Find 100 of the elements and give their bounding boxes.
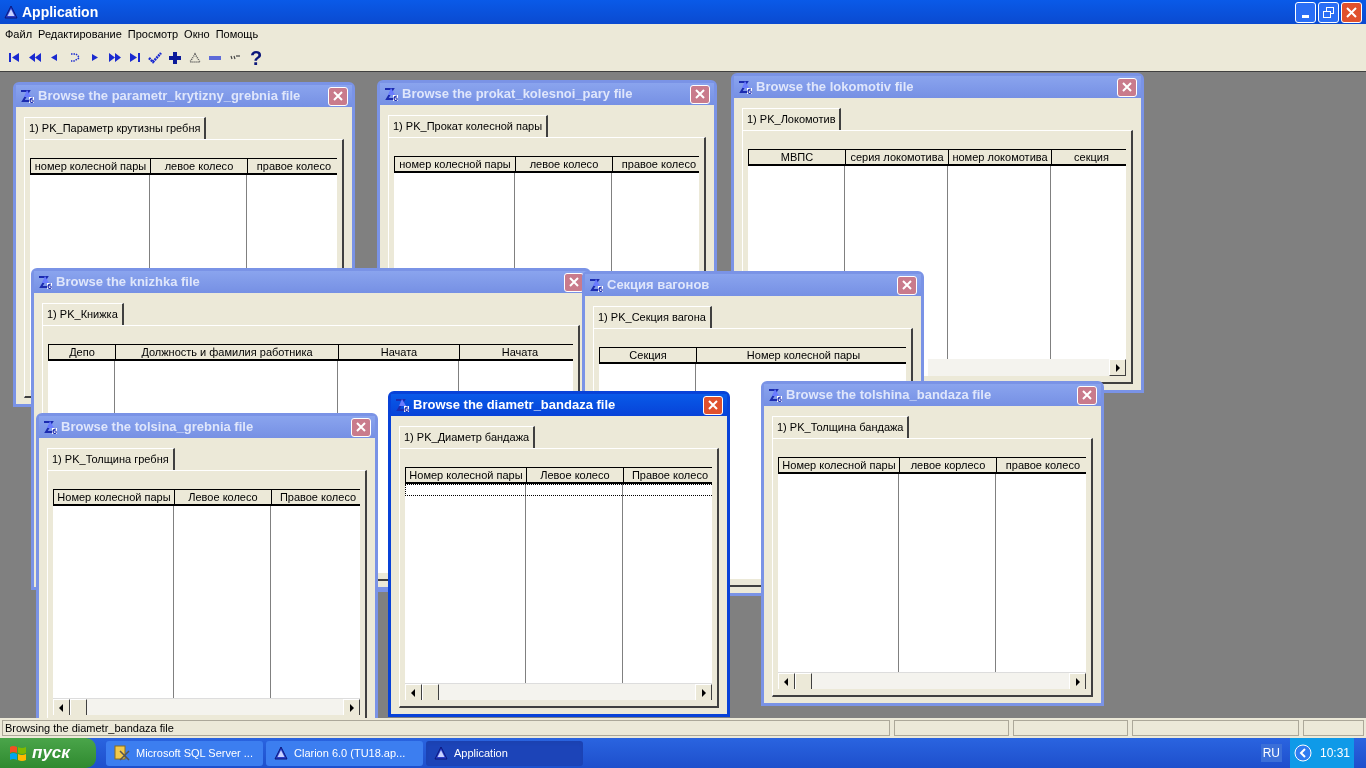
first-icon[interactable] [8, 51, 22, 64]
window-title: Browse the prokat_kolesnoi_pary file [402, 85, 633, 104]
triangle-icon[interactable] [188, 51, 202, 64]
menu-item[interactable]: Помощь [212, 25, 262, 43]
column-header: серия локомотива [846, 150, 949, 164]
column-header: Номер колесной пары [406, 468, 527, 482]
minimize-button[interactable] [1295, 1, 1316, 23]
left-arrow-icon [59, 703, 64, 712]
restore-icon [1323, 6, 1334, 18]
column-header: правое колесо [997, 458, 1086, 472]
column-header: Номер колесной пары [54, 490, 175, 504]
restore-button[interactable] [1318, 1, 1339, 23]
horizontal-scrollbar[interactable] [405, 683, 712, 700]
right-arrow-icon [701, 688, 706, 697]
taskbar-button[interactable]: Application [426, 740, 583, 766]
menu-item[interactable]: Просмотр [124, 25, 182, 43]
window-title-bar[interactable]: Browse the diametr_bandaza file [391, 394, 727, 416]
minimize-icon [1302, 14, 1309, 18]
help-button[interactable]: ? [248, 47, 265, 68]
column-header: Депо [49, 345, 116, 359]
window-title: Секция вагонов [607, 276, 710, 295]
close-button[interactable] [564, 272, 584, 292]
scroll-right-button[interactable] [1069, 673, 1086, 689]
menu-item[interactable]: Окно [181, 25, 213, 43]
language-indicator[interactable]: RU [1260, 744, 1282, 762]
column-header: Начата [460, 345, 573, 359]
close-icon [708, 400, 718, 410]
column-header: Правое колесо [624, 468, 712, 482]
triangle-icon [4, 5, 18, 19]
plus-icon[interactable] [168, 51, 182, 64]
fast-back-icon[interactable] [28, 51, 42, 64]
status-pane [1302, 720, 1364, 736]
last-icon[interactable] [128, 51, 142, 64]
close-button[interactable] [351, 417, 371, 437]
menu-item[interactable]: Редактирование [35, 25, 125, 43]
close-icon [695, 89, 705, 99]
triangle-icon [434, 746, 448, 760]
column-header: левое корлесо [900, 458, 997, 472]
scroll-thumb[interactable] [70, 699, 87, 715]
window-title: Browse the diametr_bandaza file [413, 396, 616, 415]
check-icon[interactable] [148, 51, 162, 64]
column-header: правое колесо [613, 157, 699, 171]
taskbar-button[interactable]: Microsoft SQL Server ... [106, 740, 263, 766]
horizontal-scrollbar[interactable] [778, 672, 1086, 689]
tab[interactable]: 1) PK_Толщина бандажа [772, 416, 910, 438]
window-title: Browse the lokomotiv file [756, 78, 914, 97]
z-logo-icon [38, 275, 52, 289]
scroll-thumb[interactable] [795, 673, 812, 689]
close-button[interactable] [1077, 385, 1097, 405]
close-button[interactable] [328, 86, 348, 106]
focus-row[interactable] [405, 484, 712, 496]
close-icon [333, 91, 343, 101]
tab[interactable]: 1) PK_Секция вагона [593, 306, 712, 328]
tab[interactable]: 1) PK_Толщина гребня [47, 448, 175, 470]
z-logo-icon [589, 278, 603, 292]
start-button[interactable]: пуск [0, 738, 96, 768]
close-icon [1082, 390, 1092, 400]
tab[interactable]: 1) PK_Прокат колесной пары [388, 115, 549, 137]
close-button[interactable] [1341, 1, 1362, 23]
chevron-left-icon[interactable] [1293, 744, 1312, 762]
z-logo-icon [43, 420, 57, 434]
tab[interactable]: 1) PK_Локомотив [742, 108, 842, 130]
column-header: Левое колесо [527, 468, 624, 482]
close-button[interactable] [690, 84, 710, 104]
windows-flag-icon [8, 744, 28, 762]
close-icon [356, 422, 366, 432]
scroll-right-button[interactable] [1109, 359, 1126, 376]
scroll-left-button[interactable] [405, 684, 422, 700]
column-header: номер локомотива [949, 150, 1052, 164]
close-button[interactable] [703, 395, 723, 415]
menu-item[interactable]: Файл [2, 25, 36, 43]
window-title: Browse the knizhka file [56, 273, 200, 292]
column-header: номер колесной пары [31, 159, 151, 173]
taskbar-button[interactable]: Clarion 6.0 (TU18.ap... [266, 740, 423, 766]
horizontal-scrollbar[interactable] [53, 698, 360, 715]
fast-forward-icon[interactable] [108, 51, 122, 64]
z-logo-icon [768, 388, 782, 402]
column-header: Номер колесной пары [779, 458, 900, 472]
swap-arrows-icon[interactable] [68, 51, 82, 64]
horizontal-scrollbar[interactable] [928, 359, 1126, 376]
triangle-icon [274, 746, 288, 760]
scroll-right-button[interactable] [695, 684, 712, 700]
column-header: Правое колесо [272, 490, 360, 504]
tab[interactable]: 1) PK_Параметр крутизны гребня [24, 117, 207, 139]
column-header: Должность и фамилия работника [116, 345, 339, 359]
column-header: левое колесо [151, 159, 248, 173]
scroll-thumb[interactable] [422, 684, 439, 700]
column-header: Секция [600, 348, 697, 362]
scroll-right-button[interactable] [343, 699, 360, 715]
scroll-left-button[interactable] [53, 699, 70, 715]
column-header: номер колесной пары [395, 157, 516, 171]
close-button[interactable] [1117, 77, 1137, 97]
server-tools-icon [114, 745, 130, 761]
column-header: МВПС [749, 150, 846, 164]
scroll-left-button[interactable] [778, 673, 795, 689]
tab[interactable]: 1) PK_Диаметр бандажа [399, 426, 536, 448]
right-arrow-icon [1115, 363, 1120, 372]
tab[interactable]: 1) PK_Книжка [42, 303, 124, 325]
close-button[interactable] [897, 275, 917, 295]
column-header: секция [1052, 150, 1126, 164]
